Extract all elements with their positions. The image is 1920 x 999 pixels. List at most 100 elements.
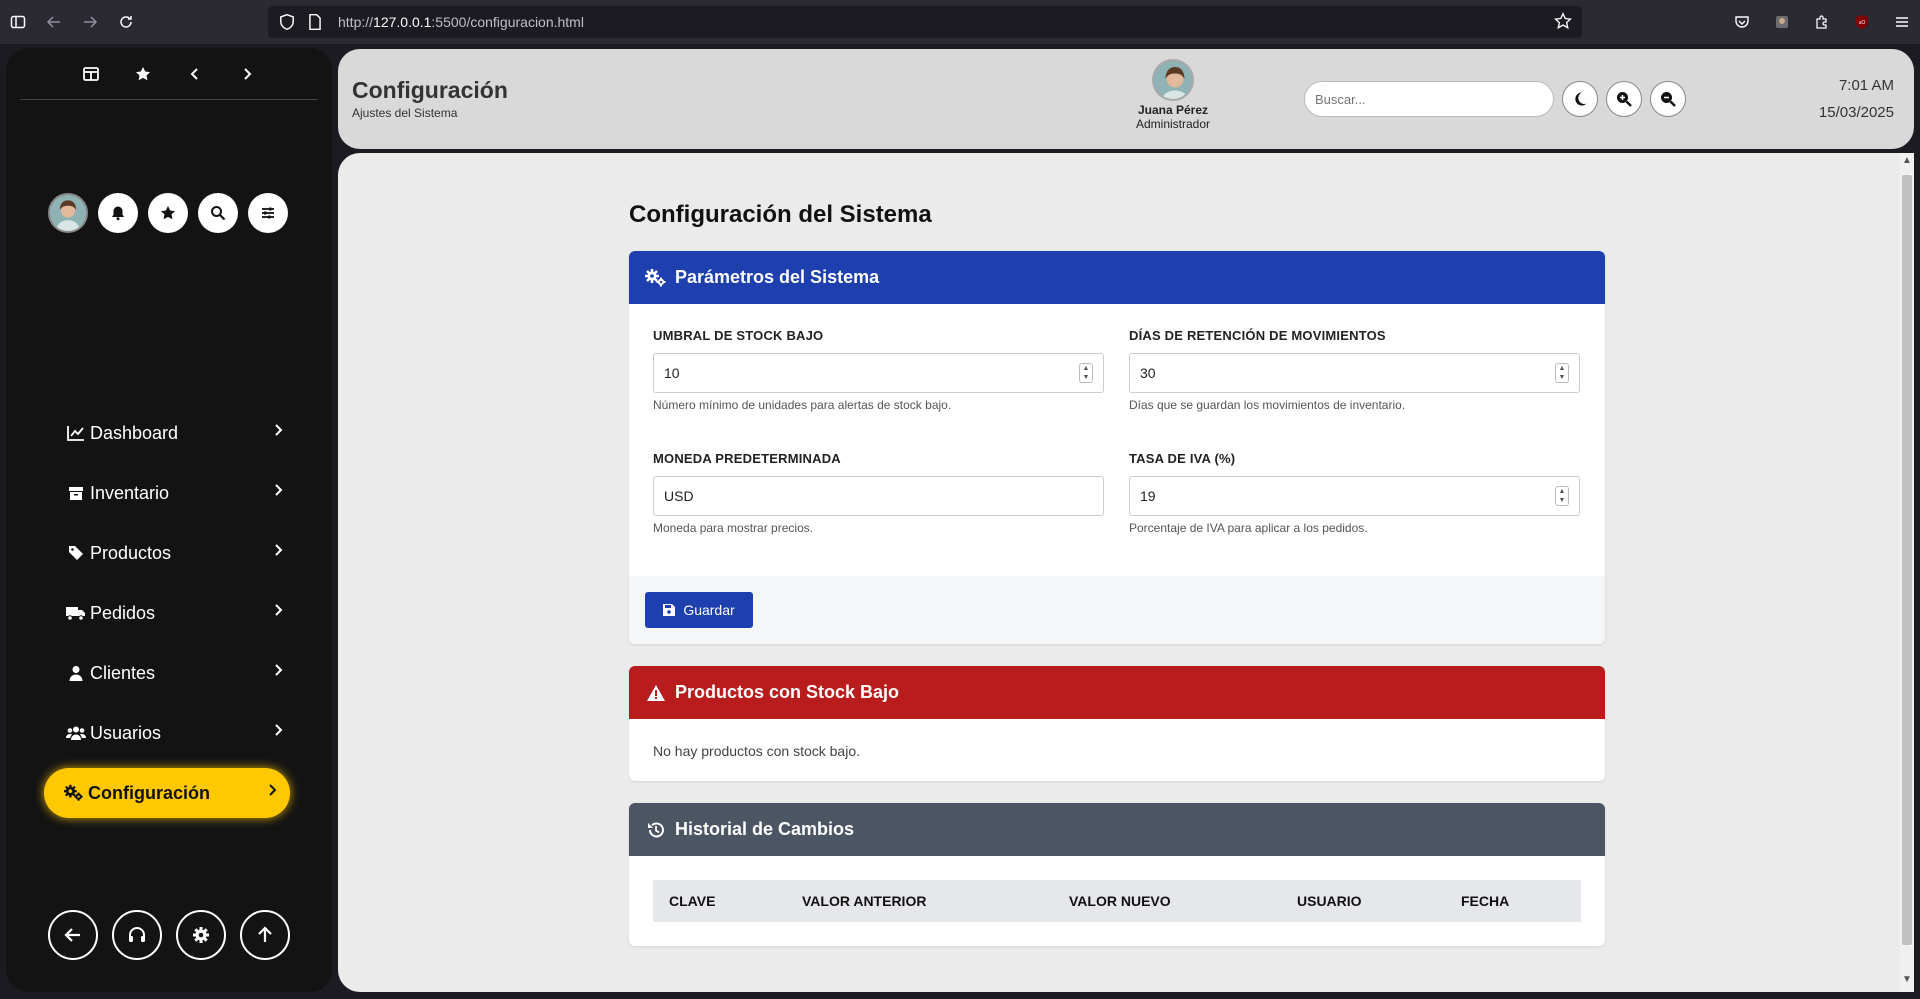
arrow-left-icon[interactable]	[48, 910, 98, 960]
shield-icon	[280, 13, 294, 31]
history-table: CLAVE VALOR ANTERIOR VALOR NUEVO USUARIO…	[653, 880, 1581, 922]
sliders-icon[interactable]	[248, 193, 288, 233]
zoom-in-icon[interactable]	[1606, 81, 1642, 117]
gears-icon	[64, 783, 84, 803]
headphones-icon[interactable]	[112, 910, 162, 960]
system-parameters-card: Parámetros del Sistema UMBRAL DE STOCK B…	[629, 251, 1605, 644]
card-header: Productos con Stock Bajo	[629, 666, 1605, 719]
field-label: MONEDA PREDETERMINADA	[653, 451, 841, 466]
scroll-thumb[interactable]	[1902, 175, 1912, 945]
sidebar-quick-actions	[48, 193, 288, 233]
reload-icon[interactable]	[108, 4, 144, 40]
zoom-out-icon[interactable]	[1650, 81, 1686, 117]
input-value: 19	[1140, 488, 1156, 504]
iva-rate-group: TASA DE IVA (%) 19 ▲ ▼ Porcentaje de IVA …	[1129, 451, 1580, 574]
field-label: DÍAS DE RETENCIÓN DE MOVIMIENTOS	[1129, 328, 1386, 343]
sidebar-item-productos[interactable]: Productos	[46, 523, 296, 583]
chevron-right-icon	[275, 484, 283, 496]
content-column: Configuración del Sistema Parámetros del…	[629, 153, 1605, 946]
sidebar-item-label: Dashboard	[90, 422, 179, 443]
bell-icon[interactable]	[98, 193, 138, 233]
sidebar-item-label: Pedidos	[90, 602, 156, 623]
currency-group: MONEDA PREDETERMINADA USD Moneda para mo…	[653, 451, 1104, 574]
sidebar-item-inventario[interactable]: Inventario	[46, 463, 296, 523]
bookmark-star-icon[interactable]	[1554, 12, 1572, 30]
number-spinner[interactable]: ▲ ▼	[1079, 363, 1093, 383]
tag-icon	[66, 543, 86, 563]
settings-gear-icon[interactable]	[176, 910, 226, 960]
sidebar-item-label: Usuarios	[90, 722, 162, 743]
chevron-right-icon[interactable]	[237, 64, 257, 84]
arrow-up-icon[interactable]	[240, 910, 290, 960]
sidebar-toggle-icon[interactable]	[0, 4, 36, 40]
chart-line-icon	[66, 423, 86, 443]
layout-icon[interactable]	[81, 64, 101, 84]
stock-threshold-input[interactable]: 10 ▲ ▼	[653, 353, 1104, 393]
sidebar-item-usuarios[interactable]: Usuarios	[46, 703, 296, 763]
gears-icon	[645, 267, 667, 289]
url-prefix: http://	[338, 14, 374, 30]
input-value: 10	[664, 365, 680, 381]
sidebar-item-label: Clientes	[90, 662, 156, 683]
sidebar-item-clientes[interactable]: Clientes	[46, 643, 296, 703]
column-header[interactable]: VALOR NUEVO	[1053, 880, 1281, 922]
sidebar-bottom-actions	[48, 910, 290, 960]
scroll-down-arrow-icon[interactable]: ▼	[1900, 974, 1914, 990]
search-input[interactable]	[1304, 81, 1554, 117]
change-history-card: Historial de Cambios CLAVE VALOR ANTERIO…	[629, 803, 1605, 946]
sidebar-avatar[interactable]	[48, 193, 88, 233]
field-help: Moneda para mostrar precios.	[653, 521, 814, 535]
star-icon[interactable]	[133, 64, 153, 84]
stock-threshold-group: UMBRAL DE STOCK BAJO 10 ▲ ▼ Número mínimo…	[653, 328, 1104, 451]
extension-profile-icon[interactable]	[1764, 4, 1800, 40]
url-bar[interactable]: http://127.0.0.1:5500/configuracion.html	[268, 6, 1582, 38]
url-text: http://127.0.0.1:5500/configuracion.html	[338, 14, 584, 30]
url-host: 127.0.0.1	[373, 14, 432, 30]
history-clock-icon	[645, 819, 667, 841]
field-label: UMBRAL DE STOCK BAJO	[653, 328, 824, 343]
low-stock-card: Productos con Stock Bajo No hay producto…	[629, 666, 1605, 781]
section-title: Configuración del Sistema	[629, 201, 932, 228]
retention-days-input[interactable]: 30 ▲ ▼	[1129, 353, 1580, 393]
column-header[interactable]: VALOR ANTERIOR	[786, 880, 1053, 922]
input-value: 30	[1140, 365, 1156, 381]
favorites-star-icon[interactable]	[148, 193, 188, 233]
save-button[interactable]: Guardar	[645, 592, 753, 628]
scrollbar[interactable]: ▲ ▼	[1900, 153, 1914, 992]
back-icon[interactable]	[36, 4, 72, 40]
field-help: Número mínimo de unidades para alertas d…	[653, 398, 952, 412]
sidebar-item-dashboard[interactable]: Dashboard	[46, 403, 296, 463]
menu-icon[interactable]	[1884, 4, 1920, 40]
avatar	[1152, 59, 1194, 101]
ublock-icon[interactable]: uO	[1844, 4, 1880, 40]
iva-rate-input[interactable]: 19 ▲ ▼	[1129, 476, 1580, 516]
field-help: Porcentaje de IVA para aplicar a los ped…	[1129, 521, 1368, 535]
table-header-row: CLAVE VALOR ANTERIOR VALOR NUEVO USUARIO…	[653, 880, 1581, 922]
sidebar-item-pedidos[interactable]: Pedidos	[46, 583, 296, 643]
number-spinner[interactable]: ▲ ▼	[1555, 363, 1569, 383]
user-role: Administrador	[1135, 117, 1211, 131]
page-icon	[309, 13, 321, 31]
chevron-right-icon	[275, 424, 283, 436]
chevron-left-icon[interactable]	[185, 64, 205, 84]
forward-icon[interactable]	[72, 4, 108, 40]
number-spinner[interactable]: ▲ ▼	[1555, 486, 1569, 506]
sidebar-item-configuracion[interactable]: Configuración	[44, 768, 290, 818]
users-icon	[66, 723, 86, 743]
search-icon[interactable]	[198, 193, 238, 233]
pocket-icon[interactable]	[1724, 4, 1760, 40]
column-header[interactable]: USUARIO	[1281, 880, 1445, 922]
page-subtitle: Ajustes del Sistema	[352, 106, 458, 120]
field-label: TASA DE IVA (%)	[1129, 451, 1236, 466]
sidebar-item-label: Productos	[90, 542, 172, 563]
main-content: Configuración del Sistema Parámetros del…	[338, 153, 1914, 992]
scroll-up-arrow-icon[interactable]: ▲	[1900, 155, 1914, 171]
column-header[interactable]: FECHA	[1445, 880, 1581, 922]
column-header[interactable]: CLAVE	[653, 880, 786, 922]
card-header: Parámetros del Sistema	[629, 251, 1605, 304]
user-profile[interactable]: Juana Pérez Administrador	[1118, 59, 1228, 131]
currency-input[interactable]: USD	[653, 476, 1104, 516]
dark-mode-moon-icon[interactable]	[1562, 81, 1598, 117]
extensions-puzzle-icon[interactable]	[1804, 4, 1840, 40]
chevron-right-icon	[275, 724, 283, 736]
